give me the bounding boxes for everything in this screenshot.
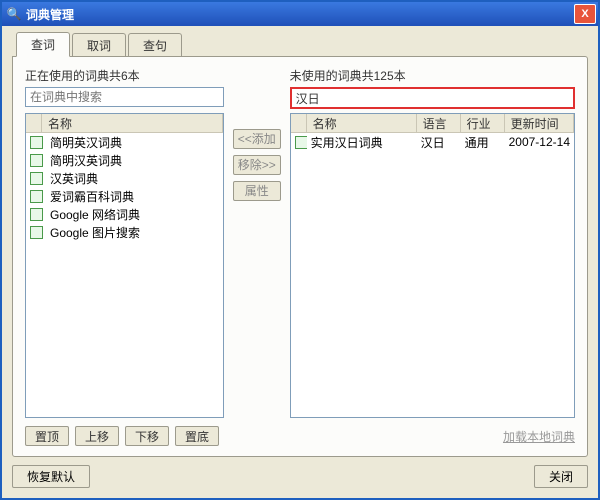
tab-sentence[interactable]: 查句: [128, 33, 182, 57]
dict-icon: [30, 154, 43, 167]
tab-capture[interactable]: 取词: [72, 33, 126, 57]
window-title: 词典管理: [26, 6, 574, 23]
close-icon[interactable]: X: [574, 4, 596, 24]
move-up-button[interactable]: 上移: [75, 426, 119, 446]
tab-panel: 正在使用的词典共6本 名称 简明英汉词典 简明汉英词典 汉英词典 爱词霸百科词典: [12, 56, 588, 457]
right-column: 未使用的词典共125本 名称 语言 行业 更新时间: [290, 67, 575, 418]
move-down-button[interactable]: 下移: [125, 426, 169, 446]
dict-icon: [295, 136, 307, 149]
middle-column: <<添加 移除>> 属性: [232, 67, 282, 418]
titlebar[interactable]: 🔍 词典管理 X: [2, 2, 598, 26]
table-row[interactable]: 实用汉日词典 汉日 通用 2007-12-14: [291, 133, 574, 151]
left-search-input[interactable]: [25, 87, 224, 107]
load-local-link[interactable]: 加载本地词典: [503, 428, 575, 445]
close-button[interactable]: 关闭: [534, 465, 588, 488]
move-bottom-button[interactable]: 置底: [175, 426, 219, 446]
dict-icon: [30, 226, 43, 239]
right-list-header: 名称 语言 行业 更新时间: [291, 114, 574, 133]
right-listview[interactable]: 名称 语言 行业 更新时间 实用汉日词典 汉日 通用 2007-12-1: [290, 113, 575, 418]
properties-button[interactable]: 属性: [233, 181, 281, 201]
tab-lookup[interactable]: 查词: [16, 32, 70, 57]
right-col-name[interactable]: 名称: [307, 114, 417, 132]
left-column: 正在使用的词典共6本 名称 简明英汉词典 简明汉英词典 汉英词典 爱词霸百科词典: [25, 67, 224, 418]
columns: 正在使用的词典共6本 名称 简明英汉词典 简明汉英词典 汉英词典 爱词霸百科词典: [25, 67, 575, 418]
right-search-input[interactable]: [290, 87, 575, 109]
remove-button[interactable]: 移除>>: [233, 155, 281, 175]
right-list-body: 实用汉日词典 汉日 通用 2007-12-14: [291, 133, 574, 417]
app-icon: 🔍: [6, 6, 22, 22]
left-list-header: 名称: [26, 114, 223, 133]
left-list-body: 简明英汉词典 简明汉英词典 汉英词典 爱词霸百科词典 Google 网络词典 G…: [26, 133, 223, 417]
right-label: 未使用的词典共125本: [290, 67, 575, 81]
list-item[interactable]: 简明汉英词典: [26, 151, 223, 169]
right-col-updated[interactable]: 更新时间: [505, 114, 574, 132]
list-item[interactable]: 爱词霸百科词典: [26, 187, 223, 205]
dict-icon: [30, 208, 43, 221]
dict-icon: [30, 190, 43, 203]
client-area: 查词 取词 查句 正在使用的词典共6本 名称 简明英汉词典 简: [2, 26, 598, 498]
left-col-name[interactable]: 名称: [42, 114, 223, 132]
list-item[interactable]: 简明英汉词典: [26, 133, 223, 151]
add-button[interactable]: <<添加: [233, 129, 281, 149]
right-col-lang[interactable]: 语言: [417, 114, 461, 132]
left-listview[interactable]: 名称 简明英汉词典 简明汉英词典 汉英词典 爱词霸百科词典 Google 网络词…: [25, 113, 224, 418]
right-col-field[interactable]: 行业: [461, 114, 505, 132]
move-top-button[interactable]: 置顶: [25, 426, 69, 446]
list-item[interactable]: 汉英词典: [26, 169, 223, 187]
restore-default-button[interactable]: 恢复默认: [12, 465, 90, 488]
tab-strip: 查词 取词 查句: [16, 34, 588, 56]
list-item[interactable]: Google 图片搜索: [26, 223, 223, 241]
footer-row: 恢复默认 关闭: [12, 465, 588, 488]
order-buttons-row: 置顶 上移 下移 置底 加载本地词典: [25, 426, 575, 446]
dict-icon: [30, 172, 43, 185]
list-item[interactable]: Google 网络词典: [26, 205, 223, 223]
dict-icon: [30, 136, 43, 149]
left-label: 正在使用的词典共6本: [25, 67, 224, 81]
dialog-window: 🔍 词典管理 X 查词 取词 查句 正在使用的词典共6本 名称: [0, 0, 600, 500]
